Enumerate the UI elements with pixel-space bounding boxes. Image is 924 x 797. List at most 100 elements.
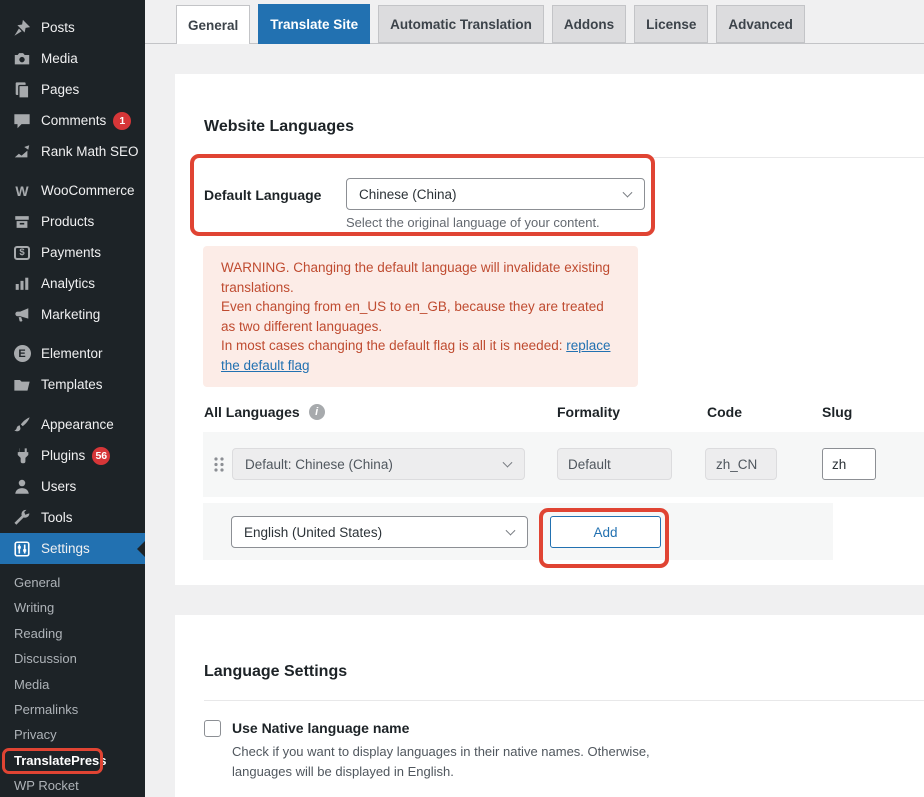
language-row-default: Default: Chinese (China) Default zh_CN z…	[203, 432, 924, 497]
all-languages-label: All Languages	[204, 404, 300, 420]
translatepress-settings-screen: Posts Media Pages Comments 1 Rank Math S…	[0, 0, 924, 797]
sidebar-item-label: Plugins	[41, 448, 85, 463]
sidebar-subitem-writing[interactable]: Writing	[0, 595, 145, 620]
column-header-code: Code	[707, 404, 742, 420]
sidebar-subitem-translatepress[interactable]: TranslatePress	[0, 748, 145, 773]
sidebar-item-woocommerce[interactable]: W WooCommerce	[0, 175, 145, 206]
formality-field: Default	[557, 448, 672, 480]
row-language-value: Default: Chinese (China)	[245, 457, 393, 472]
sidebar-item-label: Payments	[41, 245, 101, 260]
sidebar-subitem-permalinks[interactable]: Permalinks	[0, 697, 145, 722]
sidebar-item-comments[interactable]: Comments 1	[0, 105, 145, 136]
comment-bubble-icon	[12, 111, 32, 131]
sidebar-item-media[interactable]: Media	[0, 43, 145, 74]
sidebar-item-label: Elementor	[41, 346, 103, 361]
sidebar-item-analytics[interactable]: Analytics	[0, 268, 145, 299]
divider	[204, 700, 924, 701]
slug-input[interactable]: zh	[822, 448, 876, 480]
settings-sliders-icon	[12, 539, 32, 559]
subitem-label: TranslatePress	[14, 753, 107, 768]
paintbrush-icon	[12, 415, 32, 435]
bar-chart-icon	[12, 274, 32, 294]
plugins-count-badge: 56	[92, 447, 110, 465]
sidebar-item-tools[interactable]: Tools	[0, 502, 145, 533]
sidebar-item-label: Pages	[41, 82, 79, 97]
default-language-help: Select the original language of your con…	[346, 215, 600, 230]
default-language-select[interactable]: Chinese (China)	[346, 178, 645, 210]
sidebar-item-marketing[interactable]: Marketing	[0, 299, 145, 330]
warning-notice: WARNING. Changing the default language w…	[203, 246, 638, 387]
language-settings-title: Language Settings	[204, 663, 347, 681]
admin-sidebar: Posts Media Pages Comments 1 Rank Math S…	[0, 0, 145, 797]
tab-addons[interactable]: Addons	[552, 5, 626, 43]
rank-math-icon	[12, 142, 32, 162]
sidebar-subitem-reading[interactable]: Reading	[0, 621, 145, 646]
elementor-icon: E	[12, 344, 32, 364]
default-language-value: Chinese (China)	[359, 187, 457, 202]
warning-line-1: WARNING. Changing the default language w…	[221, 258, 620, 297]
warning-line-2: Even changing from en_US to en_GB, becau…	[221, 297, 620, 336]
divider	[204, 157, 924, 158]
sidebar-item-label: Comments	[41, 113, 106, 128]
sidebar-item-label: Media	[41, 51, 78, 66]
sidebar-item-label: Appearance	[41, 417, 114, 432]
sidebar-item-pages[interactable]: Pages	[0, 74, 145, 105]
sidebar-item-posts[interactable]: Posts	[0, 12, 145, 43]
woocommerce-icon: W	[12, 181, 32, 201]
user-icon	[12, 477, 32, 497]
default-language-label: Default Language	[204, 187, 321, 203]
comments-count-badge: 1	[113, 112, 131, 130]
drag-handle-icon[interactable]	[213, 456, 225, 478]
chevron-down-icon	[506, 526, 516, 536]
add-language-value: English (United States)	[244, 525, 382, 540]
sidebar-item-label: Marketing	[41, 307, 100, 322]
sidebar-item-label: Settings	[41, 541, 90, 556]
sidebar-subitem-media[interactable]: Media	[0, 672, 145, 697]
settings-submenu: General Writing Reading Discussion Media…	[0, 564, 145, 797]
website-languages-panel: Website Languages Default Language Chine…	[175, 74, 924, 585]
archive-box-icon	[12, 212, 32, 232]
sidebar-item-label: Products	[41, 214, 94, 229]
sidebar-item-appearance[interactable]: Appearance	[0, 409, 145, 440]
pushpin-icon	[12, 18, 32, 38]
sidebar-item-settings[interactable]: Settings	[0, 533, 145, 564]
sidebar-subitem-wp-rocket[interactable]: WP Rocket	[0, 773, 145, 797]
native-language-checkbox[interactable]	[204, 720, 221, 737]
sidebar-item-label: Users	[41, 479, 76, 494]
native-language-label: Use Native language name	[232, 720, 409, 736]
sidebar-item-plugins[interactable]: Plugins 56	[0, 440, 145, 471]
sidebar-item-label: Posts	[41, 20, 75, 35]
sidebar-item-payments[interactable]: $ Payments	[0, 237, 145, 268]
tab-translate-site[interactable]: Translate Site	[258, 4, 370, 44]
sidebar-item-label: Analytics	[41, 276, 95, 291]
tab-advanced[interactable]: Advanced	[716, 5, 805, 43]
language-settings-panel: Language Settings Use Native language na…	[175, 615, 924, 797]
code-field: zh_CN	[705, 448, 777, 480]
warning-line-3-text: In most cases changing the default flag …	[221, 338, 566, 353]
wrench-icon	[12, 508, 32, 528]
payments-icon: $	[12, 243, 32, 263]
sidebar-item-templates[interactable]: Templates	[0, 369, 145, 400]
row-language-select: Default: Chinese (China)	[232, 448, 525, 480]
sidebar-item-label: Tools	[41, 510, 73, 525]
add-language-select[interactable]: English (United States)	[231, 516, 528, 548]
sidebar-item-products[interactable]: Products	[0, 206, 145, 237]
website-languages-title: Website Languages	[204, 118, 354, 136]
sidebar-item-users[interactable]: Users	[0, 471, 145, 502]
plug-icon	[12, 446, 32, 466]
menu-separator	[0, 330, 145, 338]
sidebar-item-elementor[interactable]: E Elementor	[0, 338, 145, 369]
tab-general[interactable]: General	[176, 5, 250, 44]
sidebar-subitem-privacy[interactable]: Privacy	[0, 722, 145, 747]
settings-tabbar: General Translate Site Automatic Transla…	[176, 5, 813, 44]
tab-license[interactable]: License	[634, 5, 708, 43]
sidebar-subitem-general[interactable]: General	[0, 570, 145, 595]
camera-icon	[12, 49, 32, 69]
sidebar-item-rank-math-seo[interactable]: Rank Math SEO	[0, 136, 145, 167]
tab-automatic-translation[interactable]: Automatic Translation	[378, 5, 544, 43]
megaphone-icon	[12, 305, 32, 325]
add-language-button[interactable]: Add	[550, 516, 661, 548]
info-icon[interactable]: i	[309, 404, 325, 420]
active-menu-arrow	[129, 541, 145, 557]
sidebar-subitem-discussion[interactable]: Discussion	[0, 646, 145, 671]
